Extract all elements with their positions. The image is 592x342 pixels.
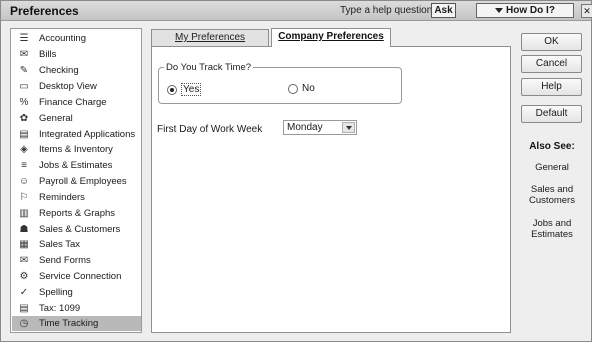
sidebar-item-bills[interactable]: ✉ Bills (12, 47, 141, 62)
sidebar-item-label: Reports & Graphs (39, 208, 116, 219)
sidebar-item-label: Sales & Customers (39, 224, 121, 235)
sidebar-item-label: Reminders (39, 192, 85, 203)
how-do-i-button[interactable]: How Do I? (476, 3, 574, 18)
preferences-window: Preferences Type a help question Ask How… (0, 0, 592, 342)
jobs-icon: ≡ (21, 159, 27, 171)
cancel-button[interactable]: Cancel (521, 55, 582, 73)
also-see-sales-customers-link[interactable]: Sales and Customers (516, 184, 588, 206)
radio-checked-icon (167, 84, 177, 95)
first-day-of-work-week-select[interactable]: Monday (283, 120, 357, 135)
sidebar-item-label: Service Connection (39, 271, 122, 282)
radio-label: No (302, 83, 315, 94)
ask-button[interactable]: Ask (431, 3, 456, 18)
select-value: Monday (287, 122, 323, 133)
first-day-of-work-week-label: First Day of Work Week (157, 124, 263, 135)
reports-icon: ▥ (19, 207, 29, 219)
help-button[interactable]: Help (521, 78, 582, 96)
clock-icon: ◷ (19, 317, 29, 329)
general-icon: ✿ (19, 112, 29, 124)
tab-label: My Preferences (174, 32, 246, 43)
radio-unchecked-icon (288, 83, 298, 94)
sales-icon: ☗ (19, 223, 29, 235)
default-button[interactable]: Default (521, 105, 582, 123)
ledger-icon: ☰ (19, 32, 29, 44)
sidebar-item-jobs-estimates[interactable]: ≡ Jobs & Estimates (12, 158, 141, 173)
tab-label: Company Preferences (278, 31, 384, 42)
sidebar-item-time-tracking[interactable]: ◷ Time Tracking (12, 316, 141, 331)
tab-company-preferences[interactable]: Company Preferences (271, 28, 391, 47)
desktop-icon: ▭ (19, 80, 29, 92)
track-time-group-title: Do You Track Time? (164, 62, 254, 73)
preferences-category-list: ☰ Accounting ✉ Bills ✎ Checking ▭ Desktop Vi… (10, 28, 142, 333)
tax-icon: ▦ (19, 238, 29, 250)
ok-button[interactable]: OK (521, 33, 582, 51)
sidebar-item-payroll-employees[interactable]: ☺ Payroll & Employees (12, 174, 141, 189)
sidebar-item-desktop-view[interactable]: ▭ Desktop View (12, 79, 141, 94)
sidebar-item-label: Spelling (39, 287, 73, 298)
sidebar-item-label: Integrated Applications (39, 129, 136, 140)
forms-icon: ✉ (19, 254, 29, 266)
radio-label: Yes (181, 83, 202, 96)
chevron-down-icon[interactable] (342, 122, 355, 133)
also-see-general-link[interactable]: General (516, 162, 588, 173)
finance-icon: % (19, 96, 29, 108)
sidebar-item-label: Checking (39, 65, 79, 76)
title-bar: Preferences Type a help question Ask How… (1, 1, 592, 21)
sidebar-item-items-inventory[interactable]: ◈ Items & Inventory (12, 142, 141, 157)
reminders-icon: ⚐ (19, 191, 29, 203)
sidebar-item-label: Tax: 1099 (39, 303, 81, 314)
sidebar-item-reminders[interactable]: ⚐ Reminders (12, 190, 141, 205)
window-title: Preferences (10, 4, 79, 18)
dropdown-triangle-icon (495, 7, 504, 13)
apps-icon: ▤ (19, 128, 29, 140)
sidebar-item-sales-customers[interactable]: ☗ Sales & Customers (12, 222, 141, 237)
track-time-yes-radio[interactable]: Yes (167, 83, 202, 96)
inventory-icon: ◈ (20, 143, 28, 155)
tax-form-icon: ▤ (19, 302, 29, 314)
checkbook-icon: ✎ (19, 64, 29, 76)
sidebar-item-tax-1099[interactable]: ▤ Tax: 1099 (12, 301, 141, 316)
bills-icon: ✉ (19, 48, 29, 60)
sidebar-item-send-forms[interactable]: ✉ Send Forms (12, 253, 141, 268)
spelling-icon: ✓ (19, 286, 29, 298)
track-time-no-radio[interactable]: No (288, 83, 315, 94)
sidebar-item-label: Accounting (39, 33, 87, 44)
sidebar-item-label: General (39, 113, 73, 124)
sidebar-item-reports-graphs[interactable]: ▥ Reports & Graphs (12, 206, 141, 221)
sidebar-item-label: Send Forms (39, 255, 91, 266)
sidebar-item-label: Items & Inventory (39, 144, 113, 155)
also-see-heading: Also See: (529, 141, 575, 152)
sidebar-item-checking[interactable]: ✎ Checking (12, 63, 141, 78)
sidebar-item-integrated-applications[interactable]: ▤ Integrated Applications (12, 127, 141, 142)
close-icon[interactable]: ✕ (581, 4, 592, 18)
help-question-prompt: Type a help question (340, 5, 433, 16)
sidebar-item-label: Bills (39, 49, 57, 60)
sidebar-item-label: Desktop View (39, 81, 97, 92)
sidebar-item-service-connection[interactable]: ⚙ Service Connection (12, 269, 141, 284)
sidebar-item-label: Jobs & Estimates (39, 160, 113, 171)
tab-my-preferences[interactable]: My Preferences (151, 29, 269, 46)
sidebar-item-label: Sales Tax (39, 239, 81, 250)
sidebar-item-sales-tax[interactable]: ▦ Sales Tax (12, 237, 141, 252)
connection-icon: ⚙ (19, 270, 29, 282)
also-see-jobs-estimates-link[interactable]: Jobs and Estimates (516, 218, 588, 240)
payroll-icon: ☺ (18, 175, 30, 187)
sidebar-item-general[interactable]: ✿ General (12, 111, 141, 126)
sidebar-item-accounting[interactable]: ☰ Accounting (12, 31, 141, 46)
sidebar-item-label: Payroll & Employees (39, 176, 127, 187)
how-do-i-label: How Do I? (506, 5, 555, 16)
sidebar-item-label: Time Tracking (39, 318, 99, 329)
sidebar-item-label: Finance Charge (39, 97, 107, 108)
sidebar-item-spelling[interactable]: ✓ Spelling (12, 285, 141, 300)
sidebar-item-finance-charge[interactable]: % Finance Charge (12, 95, 141, 110)
